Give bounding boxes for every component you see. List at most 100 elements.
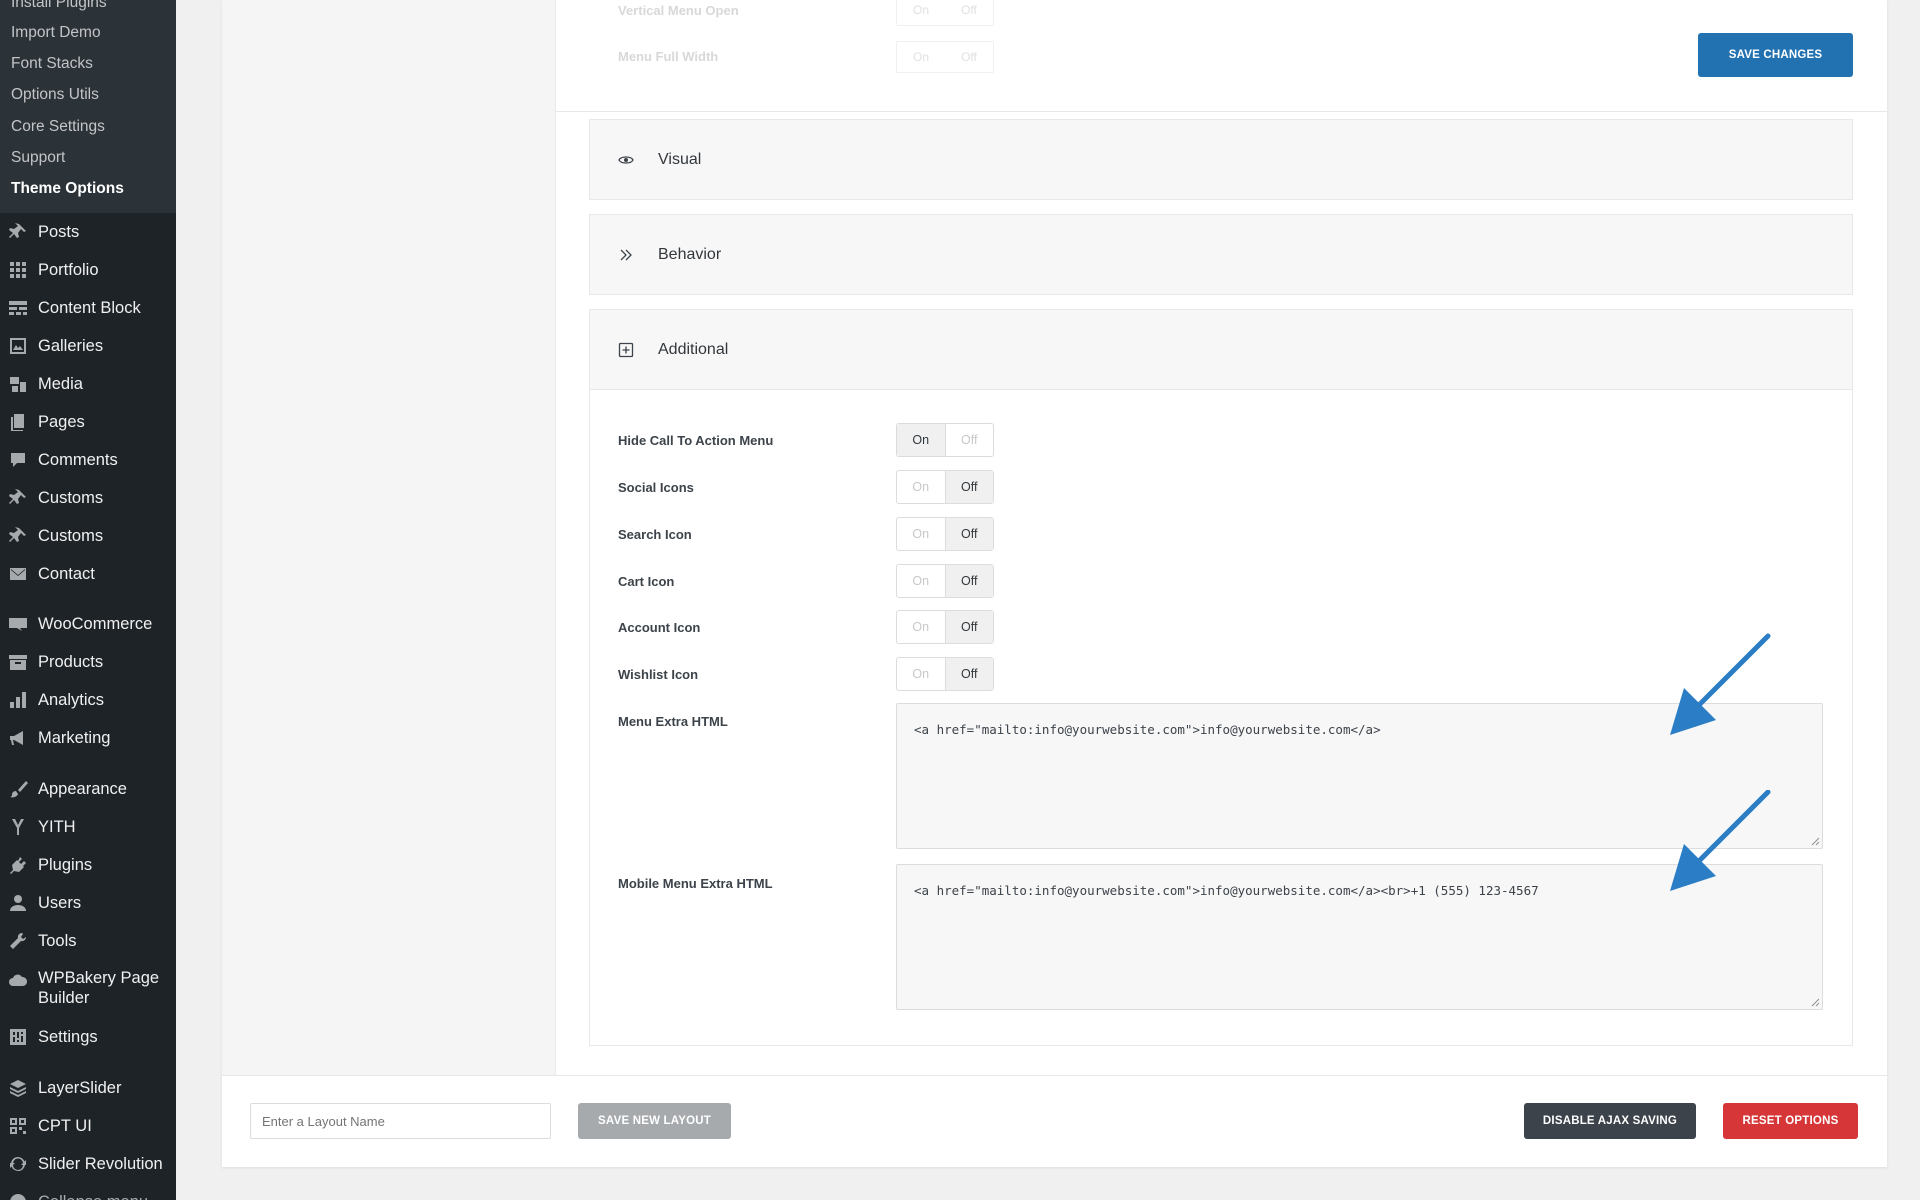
sidebar-item-customs-2[interactable]: Customs	[0, 518, 176, 554]
megaphone-icon	[8, 728, 28, 748]
resize-grip-icon[interactable]	[1811, 837, 1820, 846]
option-label: Menu Full Width	[618, 49, 719, 64]
option-label-hide-cta-menu: Hide Call To Action Menu	[618, 433, 774, 448]
sidebar-item-galleries[interactable]: Galleries	[0, 328, 176, 364]
toggle-on[interactable]: On	[897, 0, 945, 25]
toggle-off[interactable]: Off	[945, 611, 993, 643]
toggle-on[interactable]: On	[897, 42, 945, 72]
reset-options-button[interactable]: RESET OPTIONS	[1723, 1103, 1858, 1139]
sidebar-item-analytics[interactable]: Analytics	[0, 682, 176, 718]
sidebar-item-woocommerce[interactable]: WooCommerce	[0, 606, 176, 642]
toggle-off[interactable]: Off	[945, 565, 993, 597]
sidebar-item-label: Contact	[38, 565, 95, 583]
plus-square-icon	[618, 342, 634, 358]
sidebar-item-portfolio[interactable]: Portfolio	[0, 252, 176, 288]
toggle-off[interactable]: Off	[946, 424, 994, 456]
sidebar-item-marketing[interactable]: Marketing	[0, 720, 176, 756]
sidebar-item-cpt-ui[interactable]: CPT UI	[0, 1108, 176, 1144]
sidebar-item-settings[interactable]: Settings	[0, 1019, 176, 1055]
submenu-item-support[interactable]: Support	[11, 149, 65, 167]
sidebar-item-layerslider[interactable]: LayerSlider	[0, 1070, 176, 1106]
blocks-icon	[8, 298, 28, 318]
section-visual[interactable]: Visual	[589, 119, 1853, 200]
sidebar-item-comments[interactable]: Comments	[0, 442, 176, 478]
textarea-value: <a href="mailto:info@yourwebsite.com">in…	[914, 883, 1539, 898]
sidebar-item-pages[interactable]: Pages	[0, 404, 176, 440]
option-label-mobile-menu-extra-html: Mobile Menu Extra HTML	[618, 876, 773, 891]
social-icons-toggle[interactable]: On Off	[896, 470, 994, 504]
sidebar-item-plugins[interactable]: Plugins	[0, 847, 176, 883]
search-icon-toggle[interactable]: On Off	[896, 517, 994, 551]
toggle-off[interactable]: Off	[945, 471, 993, 503]
pin-icon	[8, 222, 28, 242]
toggle-on[interactable]: On	[897, 658, 946, 690]
sidebar-item-tools[interactable]: Tools	[0, 923, 176, 959]
toggle-on[interactable]: On	[897, 424, 946, 456]
grid-icon	[8, 260, 28, 280]
bar-chart-icon	[8, 690, 28, 710]
submenu-item-import-demo[interactable]: Import Demo	[11, 24, 101, 42]
save-new-layout-button[interactable]: SAVE NEW LAYOUT	[578, 1103, 731, 1139]
submenu-item-font-stacks[interactable]: Font Stacks	[11, 55, 93, 73]
archive-icon	[8, 652, 28, 672]
section-additional[interactable]: Additional	[589, 309, 1853, 390]
woo-icon	[8, 614, 28, 634]
submenu-item-install-plugins[interactable]: Install Plugins	[11, 0, 107, 12]
annotation-arrow-icon	[1670, 633, 1771, 735]
sidebar-item-users[interactable]: Users	[0, 885, 176, 921]
save-changes-button[interactable]: SAVE CHANGES	[1698, 33, 1853, 77]
sidebar-item-slider-revolution[interactable]: Slider Revolution	[0, 1146, 176, 1182]
toggle-off[interactable]: Off	[945, 0, 993, 25]
sidebar-item-label: Comments	[38, 451, 118, 469]
comment-icon	[8, 450, 28, 470]
plug-icon	[8, 855, 28, 875]
option-label-wishlist-icon: Wishlist Icon	[618, 667, 699, 682]
sidebar-item-media[interactable]: Media	[0, 366, 176, 402]
refresh-icon	[8, 1154, 28, 1174]
sidebar-item-yith[interactable]: YITH	[0, 809, 176, 845]
sidebar-item-appearance[interactable]: Appearance	[0, 771, 176, 807]
account-icon-toggle[interactable]: On Off	[896, 610, 994, 644]
section-behavior[interactable]: Behavior	[589, 214, 1853, 295]
yith-icon	[8, 817, 28, 837]
submenu-item-theme-options[interactable]: Theme Options	[11, 180, 124, 198]
vertical-menu-open-toggle[interactable]: On Off	[896, 0, 994, 26]
sidebar-item-label: Posts	[38, 223, 80, 241]
hide-cta-menu-toggle[interactable]: On Off	[896, 423, 994, 457]
textarea-value: <a href="mailto:info@yourwebsite.com">in…	[914, 722, 1381, 737]
sidebar-item-products[interactable]: Products	[0, 644, 176, 680]
toggle-off[interactable]: Off	[945, 518, 993, 550]
sidebar-item-contact[interactable]: Contact	[0, 556, 176, 592]
submenu-item-core-settings[interactable]: Core Settings	[11, 118, 105, 136]
cart-icon-toggle[interactable]: On Off	[896, 564, 994, 598]
sidebar-item-collapse-menu[interactable]: Collapse menu	[0, 1184, 176, 1200]
sidebar-item-label: Users	[38, 894, 82, 912]
toggle-off[interactable]: Off	[945, 658, 993, 690]
toggle-on[interactable]: On	[897, 518, 946, 550]
eye-icon	[618, 152, 634, 168]
wishlist-icon-toggle[interactable]: On Off	[896, 657, 994, 691]
sidebar-item-posts[interactable]: Posts	[0, 214, 176, 250]
option-label-menu-extra-html: Menu Extra HTML	[618, 714, 728, 729]
layout-name-input[interactable]	[250, 1103, 551, 1139]
header-options-area	[556, 0, 1887, 112]
sidebar-item-label: Tools	[38, 932, 77, 950]
toggle-on[interactable]: On	[897, 611, 946, 643]
sidebar-item-content-block[interactable]: Content Block	[0, 290, 176, 326]
toggle-on[interactable]: On	[897, 565, 946, 597]
resize-grip-icon[interactable]	[1811, 998, 1820, 1007]
disable-ajax-saving-button[interactable]: DISABLE AJAX SAVING	[1524, 1103, 1696, 1139]
options-nav-column	[222, 0, 556, 1075]
mail-icon	[8, 564, 28, 584]
sidebar-item-label: Collapse menu	[38, 1192, 148, 1200]
user-icon	[8, 893, 28, 913]
sidebar-item-label: Customs	[38, 527, 104, 545]
menu-full-width-toggle[interactable]: On Off	[896, 41, 994, 73]
submenu-item-options-utils[interactable]: Options Utils	[11, 86, 99, 104]
sidebar-item-customs-1[interactable]: Customs	[0, 480, 176, 516]
sidebar-item-wpbakery[interactable]: WPBakery Page Builder	[0, 968, 176, 1012]
collapse-icon	[8, 1192, 28, 1200]
sidebar-item-label: CPT UI	[38, 1117, 92, 1135]
toggle-on[interactable]: On	[897, 471, 946, 503]
toggle-off[interactable]: Off	[945, 42, 993, 72]
